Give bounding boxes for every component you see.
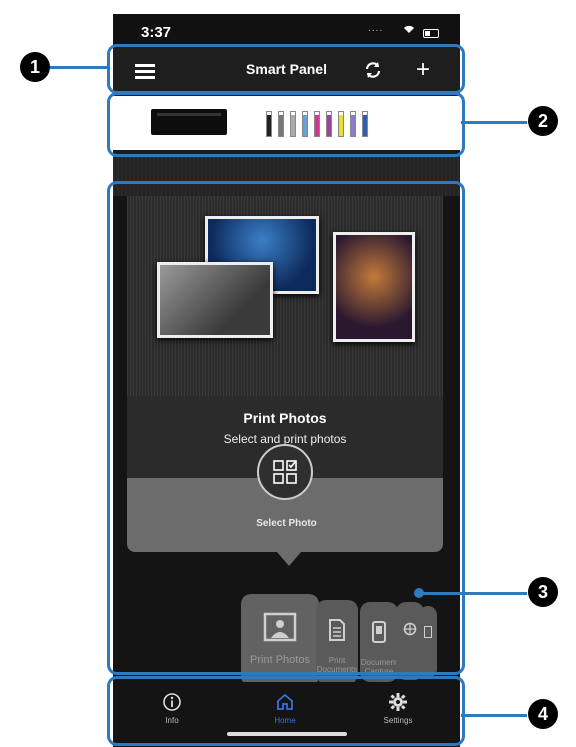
callout-number-4: 4 bbox=[528, 699, 558, 729]
callout-frame-4 bbox=[107, 676, 465, 746]
status-time: 3:37 bbox=[141, 24, 172, 41]
callout-number-3: 3 bbox=[528, 577, 558, 607]
callout-line-1 bbox=[50, 66, 108, 69]
callout-line-2 bbox=[461, 121, 527, 124]
battery-icon bbox=[423, 29, 439, 38]
callout-number-1: 1 bbox=[20, 52, 50, 82]
signal-dots: .... bbox=[368, 23, 384, 34]
wifi-icon bbox=[404, 25, 414, 33]
callout-frame-1 bbox=[107, 44, 465, 94]
callout-pointer-3 bbox=[414, 588, 424, 598]
status-bar: 3:37 .... bbox=[113, 14, 460, 44]
callout-number-2: 2 bbox=[528, 106, 558, 136]
callout-line-3 bbox=[420, 592, 527, 595]
callout-frame-3 bbox=[107, 181, 465, 675]
callout-frame-2 bbox=[107, 92, 465, 157]
callout-line-4 bbox=[461, 714, 527, 717]
